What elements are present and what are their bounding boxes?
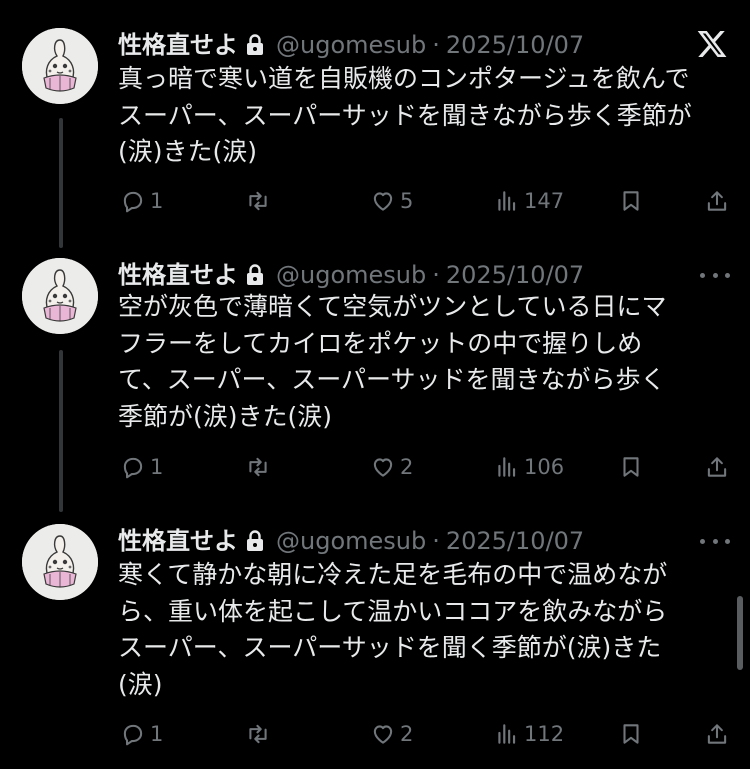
lock-icon: [244, 33, 266, 57]
tweet-actions: 1 5 147: [0, 186, 750, 216]
bookmark-button[interactable]: [618, 186, 644, 216]
user-handle[interactable]: @ugomesub: [276, 524, 426, 558]
lock-icon: [244, 263, 266, 287]
views-chart-icon: [494, 188, 520, 214]
retweet-icon: [245, 188, 271, 214]
separator-dot: ·: [432, 261, 440, 289]
avatar-illustration: [22, 258, 98, 334]
share-button[interactable]: [704, 719, 730, 749]
share-button[interactable]: [704, 452, 730, 482]
scrollbar-thumb[interactable]: [737, 596, 743, 670]
heart-icon: [370, 188, 396, 214]
avatar[interactable]: [22, 28, 98, 104]
bookmark-button[interactable]: [618, 719, 644, 749]
retweet-button[interactable]: [245, 452, 275, 482]
like-count: 5: [400, 189, 414, 213]
reply-button[interactable]: 1: [120, 186, 163, 216]
share-icon: [704, 188, 730, 214]
views-button[interactable]: 112: [494, 719, 564, 749]
retweet-icon: [245, 721, 271, 747]
views-count: 147: [524, 189, 565, 213]
views-count: 106: [524, 455, 565, 479]
tweet-date[interactable]: 2025/10/07: [446, 28, 584, 62]
reply-icon: [120, 454, 146, 480]
tweet-header: 性格直せよ @ugomesub · 2025/10/07: [118, 524, 584, 558]
bookmark-icon: [618, 721, 644, 747]
separator-dot: ·: [432, 31, 440, 59]
avatar-illustration: [22, 524, 98, 600]
more-dot-icon: [712, 538, 718, 544]
more-dot-icon: [700, 538, 705, 544]
like-count: 2: [400, 455, 414, 479]
retweet-button[interactable]: [245, 719, 275, 749]
heart-icon: [370, 454, 396, 480]
reply-button[interactable]: 1: [120, 452, 163, 482]
share-icon: [704, 454, 730, 480]
views-button[interactable]: 147: [494, 186, 564, 216]
views-count: 112: [524, 722, 565, 746]
tweet-header: 性格直せよ @ugomesub · 2025/10/07: [118, 28, 584, 62]
user-handle[interactable]: @ugomesub: [276, 258, 426, 292]
lock-icon: [244, 529, 266, 553]
more-dot-icon: [725, 272, 730, 278]
more-options-button[interactable]: [700, 260, 730, 290]
like-button[interactable]: 2: [370, 719, 413, 749]
avatar-illustration: [22, 28, 98, 104]
more-dot-icon: [700, 272, 705, 278]
tweet-actions: 1 2 106: [0, 452, 750, 482]
tweet-date[interactable]: 2025/10/07: [446, 258, 584, 292]
more-dot-icon: [712, 272, 718, 278]
tweet-text: 空が灰色で薄暗くて空気がツンとしている日にマ フラーをしてカイロをポケットの中で…: [118, 292, 667, 431]
bookmark-icon: [618, 454, 644, 480]
tweet-text: 寒くて静かな朝に冷えた足を毛布の中で温めなが ら、重い体を起こして温かいココアを…: [118, 560, 668, 699]
like-count: 2: [400, 722, 414, 746]
share-icon: [704, 721, 730, 747]
views-chart-icon: [494, 721, 520, 747]
tweet-text: 真っ暗で寒い道を自販機のコンポタージュを飲んで スーパー、スーパーサッドを聞きな…: [118, 64, 692, 166]
more-options-button[interactable]: [700, 526, 730, 556]
tweet-date[interactable]: 2025/10/07: [446, 524, 584, 558]
separator-dot: ·: [432, 527, 440, 555]
retweet-button[interactable]: [245, 186, 275, 216]
display-name[interactable]: 性格直せよ: [118, 28, 238, 62]
reply-icon: [120, 721, 146, 747]
user-handle[interactable]: @ugomesub: [276, 28, 426, 62]
like-button[interactable]: 5: [370, 186, 413, 216]
display-name[interactable]: 性格直せよ: [118, 524, 238, 558]
views-button[interactable]: 106: [494, 452, 564, 482]
like-button[interactable]: 2: [370, 452, 413, 482]
reply-count: 1: [150, 455, 164, 479]
heart-icon: [370, 721, 396, 747]
more-dot-icon: [725, 538, 730, 544]
bookmark-icon: [618, 188, 644, 214]
thread-connector-line: [59, 350, 63, 512]
retweet-icon: [245, 454, 271, 480]
display-name[interactable]: 性格直せよ: [118, 258, 238, 292]
share-button[interactable]: [704, 186, 730, 216]
reply-icon: [120, 188, 146, 214]
tweet-actions: 1 2 112: [0, 719, 750, 749]
tweet-header: 性格直せよ @ugomesub · 2025/10/07: [118, 258, 584, 292]
views-chart-icon: [494, 454, 520, 480]
reply-count: 1: [150, 189, 164, 213]
x-logo-icon: [696, 28, 728, 60]
reply-count: 1: [150, 722, 164, 746]
reply-button[interactable]: 1: [120, 719, 163, 749]
bookmark-button[interactable]: [618, 452, 644, 482]
avatar[interactable]: [22, 258, 98, 334]
avatar[interactable]: [22, 524, 98, 600]
thread-connector-line: [59, 118, 63, 248]
